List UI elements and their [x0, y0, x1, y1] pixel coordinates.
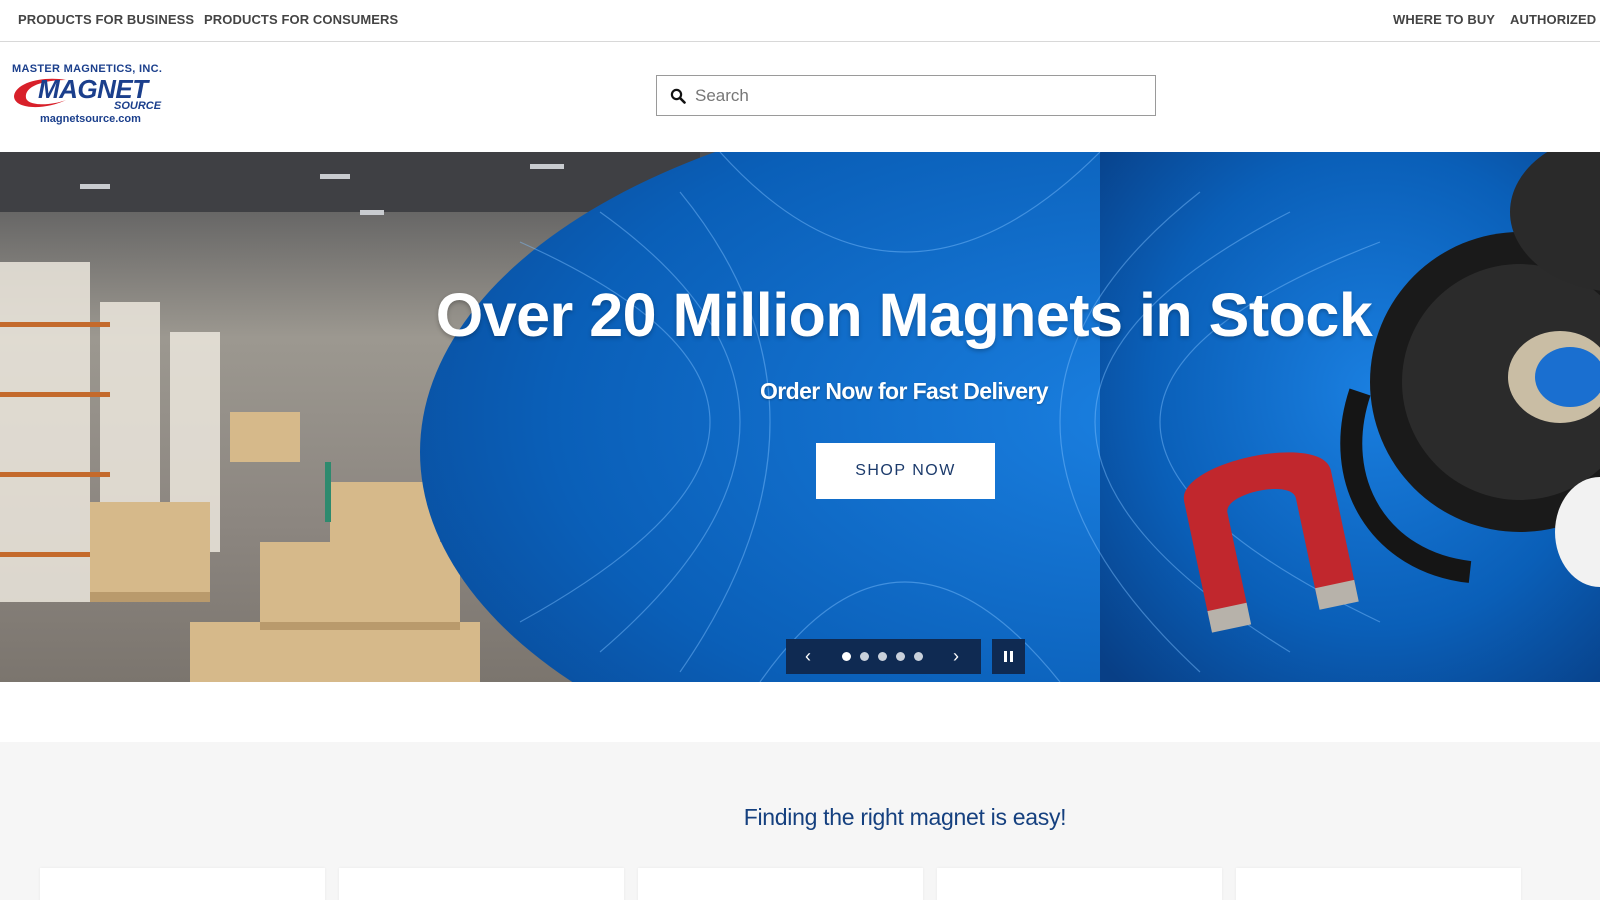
hero-subtitle: Order Now for Fast Delivery [760, 378, 1049, 404]
nav-products-for-consumers[interactable]: PRODUCTS FOR CONSUMERS [204, 12, 398, 27]
logo-domain: magnetsource.com [40, 113, 141, 125]
finder-heading: Finding the right magnet is easy! [743, 804, 1067, 830]
carousel-dot-5[interactable] [914, 652, 923, 661]
finder-card-2[interactable] [339, 868, 624, 900]
finder-card-3[interactable] [638, 868, 923, 900]
carousel-dot-3[interactable] [878, 652, 887, 661]
finder-card-1[interactable] [40, 868, 325, 900]
pause-icon [1004, 651, 1007, 662]
carousel-dot-1[interactable] [842, 652, 851, 661]
finder-card-4[interactable] [937, 868, 1222, 900]
pause-button[interactable] [992, 639, 1025, 674]
carousel-dot-4[interactable] [896, 652, 905, 661]
shop-now-button[interactable]: SHOP NOW [816, 443, 995, 499]
top-utility-bar: PRODUCTS FOR BUSINESS PRODUCTS FOR CONSU… [0, 0, 1600, 42]
finder-card-5[interactable] [1236, 868, 1521, 900]
carousel-controls: ‹ › [786, 639, 981, 674]
section-spacer [0, 682, 1600, 742]
search-icon[interactable] [670, 88, 686, 104]
hero-banner-image [0, 152, 1600, 682]
site-logo[interactable]: MASTER MAGNETICS, INC. MAGNET SOURCE mag… [10, 60, 170, 130]
hero-carousel: Over 20 Million Magnets in Stock Order N… [0, 152, 1600, 682]
nav-products-for-business[interactable]: PRODUCTS FOR BUSINESS [18, 12, 194, 27]
logo-brand-sub: SOURCE [114, 100, 162, 112]
chevron-left-icon[interactable]: ‹ [798, 646, 818, 666]
carousel-dot-2[interactable] [860, 652, 869, 661]
hero-title: Over 20 Million Magnets in Stock [435, 281, 1373, 349]
nav-authorized-dealers[interactable]: AUTHORIZED D [1510, 12, 1600, 27]
magnet-finder-section: Finding the right magnet is easy! [0, 742, 1600, 900]
chevron-right-icon[interactable]: › [946, 646, 966, 666]
search-input[interactable] [695, 77, 1145, 114]
search-box [656, 75, 1156, 116]
site-header: MASTER MAGNETICS, INC. MAGNET SOURCE mag… [0, 42, 1600, 152]
nav-where-to-buy[interactable]: WHERE TO BUY [1393, 12, 1495, 27]
